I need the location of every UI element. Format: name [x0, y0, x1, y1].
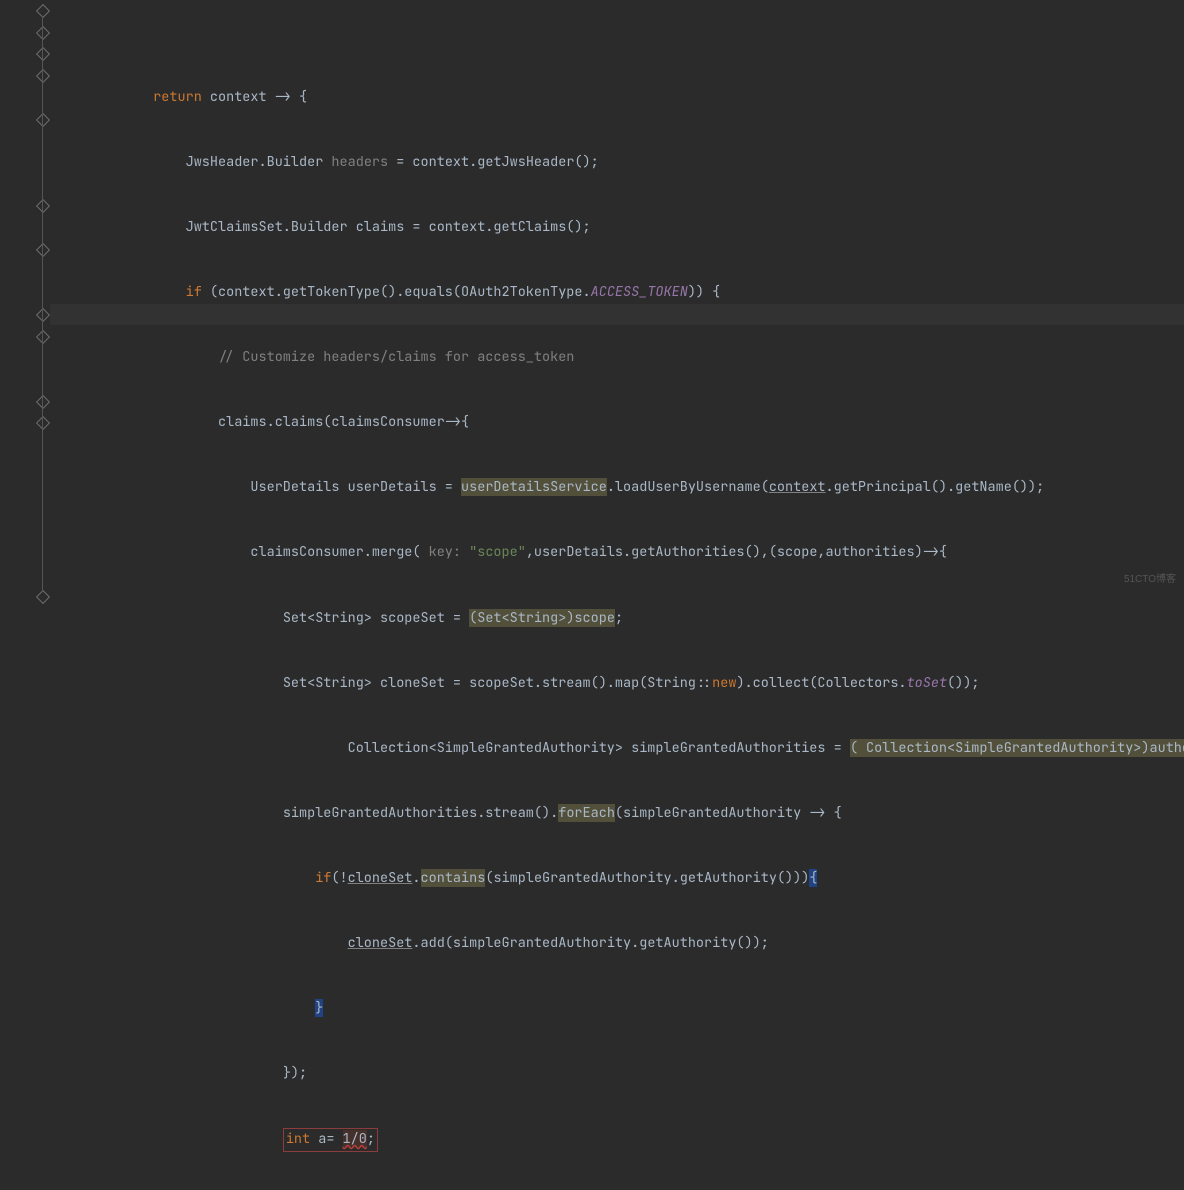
error-highlight: int a= 1/0; — [283, 1128, 378, 1152]
code-line[interactable]: claimsConsumer.merge( key: "scope",userD… — [56, 542, 1184, 564]
fold-marker-icon[interactable] — [36, 395, 50, 409]
gutter[interactable] — [0, 0, 50, 595]
code-line[interactable]: if(!cloneSet.contains(simpleGrantedAutho… — [56, 868, 1184, 890]
code-line[interactable]: simpleGrantedAuthorities.stream().forEac… — [56, 803, 1184, 825]
fold-marker-icon[interactable] — [36, 112, 50, 126]
code-line[interactable]: UserDetails userDetails = userDetailsSer… — [56, 477, 1184, 499]
code-line[interactable]: Set<String> scopeSet = (Set<String>)scop… — [56, 608, 1184, 630]
code-line[interactable]: cloneSet.add(simpleGrantedAuthority.getA… — [56, 933, 1184, 955]
code-line[interactable]: Collection<SimpleGrantedAuthority> simpl… — [56, 738, 1184, 760]
code-line[interactable]: Set<String> cloneSet = scopeSet.stream()… — [56, 673, 1184, 695]
code-line[interactable]: JwsHeader.Builder headers = context.getJ… — [56, 152, 1184, 174]
fold-marker-icon[interactable] — [36, 329, 50, 343]
fold-guide — [42, 255, 43, 332]
fold-marker-icon[interactable] — [36, 199, 50, 213]
code-line[interactable]: claims.claims(claimsConsumer->{ — [56, 412, 1184, 434]
fold-marker-icon[interactable] — [36, 416, 50, 430]
code-editor[interactable]: return context -> { JwsHeader.Builder he… — [0, 0, 1184, 595]
code-line[interactable]: } — [56, 998, 1184, 1020]
fold-marker-icon[interactable] — [36, 47, 50, 61]
code-line[interactable]: // Customize headers/claims for access_t… — [56, 347, 1184, 369]
code-line[interactable]: if (context.getTokenType().equals(OAuth2… — [56, 282, 1184, 304]
code-line[interactable]: JwtClaimsSet.Builder claims = context.ge… — [56, 217, 1184, 239]
code-area[interactable]: return context -> { JwsHeader.Builder he… — [50, 0, 1184, 595]
code-line[interactable]: return context -> { — [56, 87, 1184, 109]
code-line[interactable]: }); — [56, 1063, 1184, 1085]
fold-marker-icon[interactable] — [36, 243, 50, 257]
code-line[interactable]: int a= 1/0; — [56, 1128, 1184, 1150]
fold-marker-icon[interactable] — [36, 4, 50, 18]
fold-marker-icon[interactable] — [36, 26, 50, 40]
fold-marker-icon[interactable] — [36, 69, 50, 83]
fold-marker-icon[interactable] — [36, 308, 50, 322]
fold-marker-icon[interactable] — [36, 590, 50, 604]
watermark: 51CTO博客 — [1124, 569, 1176, 591]
current-line-highlight — [50, 304, 1184, 326]
